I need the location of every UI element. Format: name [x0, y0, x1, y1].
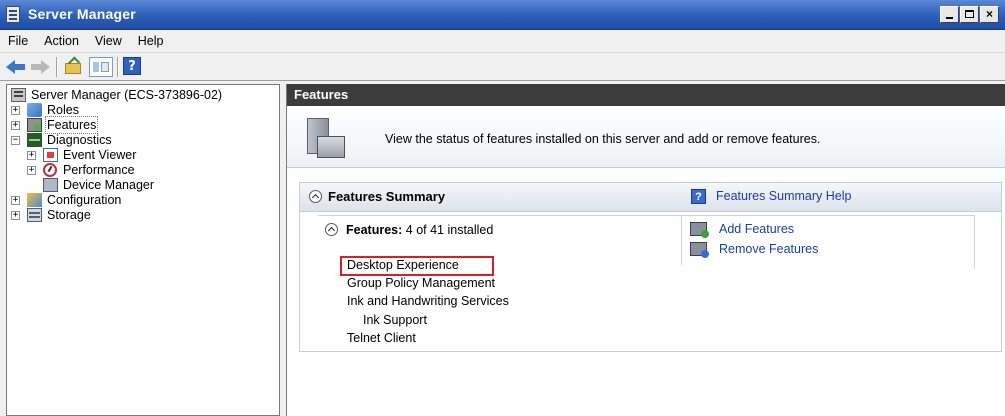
installed-feature-item: Ink and Handwriting Services	[347, 294, 509, 308]
toolbar: ?	[0, 53, 1005, 81]
expand-icon[interactable]: +	[11, 196, 20, 205]
tree-item-label: Roles	[47, 103, 79, 117]
features-count-label: Features: 4 of 41 installed	[346, 223, 493, 237]
device-manager-icon	[43, 178, 58, 192]
menu-file[interactable]: File	[0, 30, 36, 52]
server-icon	[11, 88, 26, 102]
installed-feature-item: Group Policy Management	[347, 276, 495, 290]
intro-text: View the status of features installed on…	[385, 132, 821, 146]
features-actions-panel: Add Features Remove Features	[681, 215, 974, 265]
tree-root-label: Server Manager (ECS-373896-02)	[31, 88, 223, 102]
diagnostics-icon	[27, 133, 42, 147]
remove-features-link[interactable]: Remove Features	[719, 242, 818, 256]
collapse-summary-icon[interactable]	[309, 190, 322, 203]
features-icon	[27, 118, 42, 132]
window-title: Server Manager	[28, 6, 136, 22]
toolbar-separator	[117, 57, 119, 77]
tree-item-label: Performance	[63, 163, 135, 177]
add-features-icon	[690, 222, 709, 238]
installed-feature-item: Ink Support	[363, 313, 427, 327]
features-summary-help-link[interactable]: Features Summary Help	[716, 189, 851, 203]
back-arrow-icon[interactable]	[6, 57, 26, 77]
features-toolbox-icon	[303, 118, 347, 160]
tree-item-label: Device Manager	[63, 178, 155, 192]
console-tree: Server Manager (ECS-373896-02) + Roles +…	[6, 84, 280, 416]
installed-feature-item: Desktop Experience	[347, 258, 459, 272]
remove-features-icon	[690, 242, 709, 258]
forward-arrow-icon[interactable]	[30, 57, 50, 77]
features-summary-title: Features Summary	[328, 189, 446, 204]
intro-banner: View the status of features installed on…	[287, 106, 1005, 168]
help-icon[interactable]: ?	[691, 189, 706, 204]
server-manager-app-icon	[6, 6, 20, 23]
maximize-button[interactable]	[960, 6, 979, 23]
features-label: Features:	[346, 223, 403, 237]
roles-icon	[27, 103, 42, 117]
collapse-icon[interactable]: −	[11, 136, 20, 145]
expand-icon[interactable]: +	[11, 211, 20, 220]
menu-help[interactable]: Help	[130, 30, 172, 52]
close-button[interactable]: ×	[980, 6, 999, 23]
storage-icon	[27, 208, 42, 222]
features-summary-header: Features Summary ? Features Summary Help	[300, 183, 1001, 212]
tree-item-label: Event Viewer	[63, 148, 137, 162]
installed-feature-item: Telnet Client	[347, 331, 416, 345]
expand-icon[interactable]: +	[11, 121, 20, 130]
collapse-features-icon[interactable]	[325, 223, 338, 236]
expand-icon[interactable]: +	[27, 151, 36, 160]
menu-bar: File Action View Help	[0, 30, 1005, 53]
pane-header: Features	[287, 84, 1005, 106]
configuration-icon	[27, 193, 42, 207]
tree-item-label: Configuration	[47, 193, 122, 207]
performance-icon	[43, 163, 57, 177]
toolbar-separator	[56, 57, 58, 77]
minimize-button[interactable]	[940, 6, 959, 23]
add-features-link[interactable]: Add Features	[719, 222, 794, 236]
menu-view[interactable]: View	[87, 30, 130, 52]
event-viewer-icon	[43, 148, 58, 162]
window-controls: ×	[939, 6, 999, 23]
features-count: 4 of 41 installed	[405, 223, 494, 237]
expand-icon[interactable]: +	[11, 106, 20, 115]
tree-item-label: Diagnostics	[47, 133, 112, 147]
help-icon[interactable]: ?	[123, 57, 141, 75]
tree-item-label: Features	[44, 116, 99, 134]
menu-action[interactable]: Action	[36, 30, 87, 52]
folder-up-icon[interactable]	[64, 57, 84, 77]
tree-item-label: Storage	[47, 208, 91, 222]
title-bar: Server Manager ×	[0, 0, 1005, 30]
show-hide-tree-icon[interactable]	[89, 57, 113, 77]
expand-icon[interactable]: +	[27, 166, 36, 175]
